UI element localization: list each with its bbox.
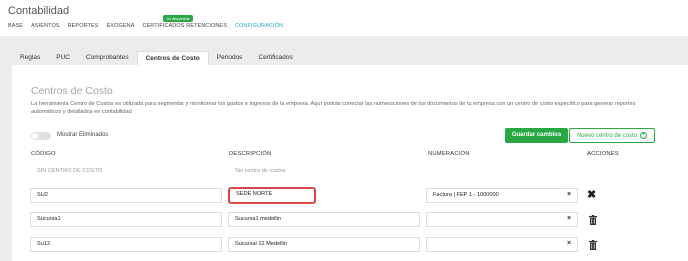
- section-title: Centros de Costo: [31, 85, 113, 97]
- cost-centers-panel: Centros de Costo La herramienta Centro d…: [12, 65, 688, 261]
- tab-puc[interactable]: PUC: [48, 51, 78, 65]
- clear-numbering-icon[interactable]: ×: [567, 215, 571, 222]
- default-code-field: SIN CENTRO DE COSTO: [30, 164, 222, 179]
- nav-reportes[interactable]: REPORTES: [68, 23, 99, 29]
- nav-configuracion[interactable]: CONFIGURACIÓN: [235, 23, 283, 29]
- tab-centros-de-costo[interactable]: Centros de Costo: [136, 51, 209, 66]
- new-badge: Ya disponible: [163, 15, 193, 22]
- show-deleted-toggle[interactable]: [31, 132, 51, 140]
- code-input-row-2[interactable]: Sucursa1: [30, 212, 222, 227]
- tab-periodos[interactable]: Periodos: [209, 51, 251, 65]
- tab-reglas[interactable]: Reglas: [12, 51, 48, 65]
- save-button[interactable]: Guardar cambios: [505, 128, 568, 143]
- column-header-description: DESCRIPCIÓN: [229, 151, 272, 157]
- description-input-row-1[interactable]: SEDE NORTE: [228, 187, 316, 204]
- nav-certificados[interactable]: CERTIFICADOS RETENCIONES: [142, 23, 227, 29]
- trash-icon[interactable]: [589, 240, 597, 250]
- tab-certificados[interactable]: Certificados: [250, 51, 300, 65]
- close-icon[interactable]: ✖: [587, 188, 596, 201]
- main-nav: BASE ASIENTOS REPORTES EXOGENA CERTIFICA…: [8, 23, 283, 29]
- default-description-field: Sin centro de costos: [228, 164, 420, 179]
- tab-bar: Reglas PUC Comprobantes Centros de Costo…: [12, 51, 301, 66]
- section-description: La herramienta Centro de Costos es utili…: [31, 101, 636, 115]
- clear-numbering-icon[interactable]: ×: [567, 240, 571, 247]
- plus-circle-icon: +: [640, 132, 648, 139]
- column-header-code: CÓDIGO: [31, 151, 56, 157]
- new-cost-center-button[interactable]: Nuevo centro de costo +: [569, 128, 655, 143]
- tab-comprobantes[interactable]: Comprobantes: [78, 51, 137, 65]
- code-input-row-3[interactable]: Su12: [30, 237, 222, 252]
- nav-exogena[interactable]: EXOGENA: [107, 23, 135, 29]
- clear-numbering-icon[interactable]: ×: [567, 191, 571, 198]
- new-cost-center-label: Nuevo centro de costo: [576, 132, 638, 139]
- column-header-numbering: NUMERACIÓN: [428, 151, 470, 157]
- column-header-actions: ACCIONES: [587, 151, 619, 157]
- top-bar: Contabilidad Ya disponible BASE ASIENTOS…: [0, 0, 688, 36]
- nav-base[interactable]: BASE: [8, 23, 23, 29]
- show-deleted-label: Mostrar Eliminados: [57, 132, 109, 138]
- description-input-row-2[interactable]: Sucursa1 medellin: [228, 212, 420, 227]
- code-input-row-1[interactable]: SU2: [30, 188, 222, 203]
- nav-asientos[interactable]: ASIENTOS: [31, 23, 60, 29]
- numbering-select-row-3[interactable]: [426, 237, 578, 252]
- numbering-select-row-2[interactable]: [426, 212, 578, 227]
- numbering-select-row-1[interactable]: Factura | FEP 1 - 1000000: [426, 188, 578, 203]
- trash-icon[interactable]: [589, 215, 597, 225]
- app-title: Contabilidad: [8, 5, 70, 17]
- description-input-row-3[interactable]: Sucursal 12 Medellin: [228, 237, 420, 252]
